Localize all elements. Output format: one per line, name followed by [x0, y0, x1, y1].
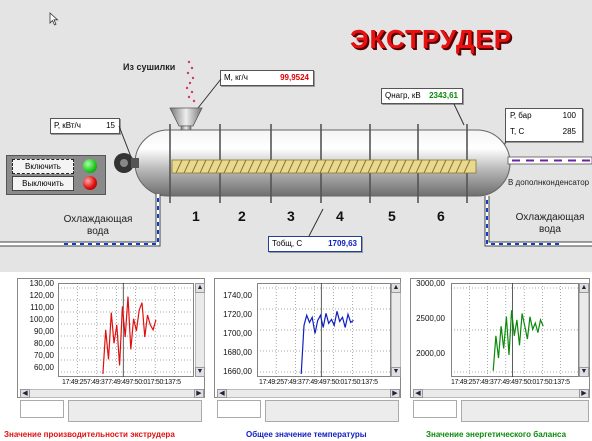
y-tick: 3000,00 — [416, 279, 445, 288]
extruder-mimic-panel: ЭКСТРУДЕР Из сушилки М, кг/ч 99,9524 Р, … — [0, 0, 592, 272]
start-button[interactable]: Включить — [12, 159, 74, 174]
total-temperature-value: 1709,63 — [328, 239, 357, 248]
y-tick: 80,00 — [33, 339, 54, 348]
scroll-up-button[interactable]: ▲ — [195, 283, 205, 293]
chart1-value-input[interactable] — [20, 400, 64, 418]
to-condenser-label: В дополнконденсатор — [508, 178, 590, 187]
energy-balance-chart-panel: 3000,00 2500,00 2000,00 17:49:257:49:377… — [410, 278, 590, 398]
y-tick: 1660,00 — [223, 367, 252, 376]
total-temperature-label: Тобщ, С — [272, 239, 303, 248]
x-tick-labels: 17:49:257:49:377:49:497:50:017:50:137:5 — [62, 379, 181, 386]
scroll-up-button[interactable]: ▲ — [391, 283, 401, 293]
y-tick: 60,00 — [33, 363, 54, 372]
scroll-up-button[interactable]: ▲ — [579, 283, 589, 293]
temperature-chart-caption: Общее значение температуры — [246, 430, 367, 439]
scroll-left-button[interactable]: ◀ — [413, 389, 423, 398]
y-tick: 2000,00 — [416, 349, 445, 358]
zone-label-3: 3 — [287, 208, 295, 224]
horizontal-scrollbar[interactable] — [20, 389, 204, 398]
temperature-line-chart — [257, 283, 391, 377]
y-tick: 130,00 — [29, 279, 54, 288]
temperature-plot — [257, 283, 391, 377]
zone-label-5: 5 — [388, 208, 396, 224]
x-tick-labels: 17:49:257:49:377:49:497:50:017:50:137:5 — [451, 379, 570, 386]
y-tick: 1740,00 — [223, 291, 252, 300]
y-tick: 120,00 — [29, 291, 54, 300]
cooling-water-right-label: Охлаждающая вода — [515, 212, 585, 235]
chart2-log-field[interactable] — [265, 400, 399, 422]
energy-line-chart — [451, 283, 579, 377]
chart3-value-input[interactable] — [413, 400, 457, 418]
y-tick: 90,00 — [33, 327, 54, 336]
energy-plot — [451, 283, 579, 377]
vertical-scrollbar[interactable] — [391, 283, 401, 377]
zone-label-2: 2 — [238, 208, 246, 224]
total-temperature-display: Тобщ, С 1709,63 — [268, 236, 362, 252]
running-indicator-lamp — [83, 159, 97, 173]
vertical-scrollbar[interactable] — [195, 283, 205, 377]
chart3-log-field[interactable] — [461, 400, 589, 422]
energy-chart-caption: Значение энергетического баланса — [426, 430, 567, 439]
stop-button[interactable]: Выключить — [12, 176, 74, 191]
y-tick: 2500,00 — [416, 314, 445, 323]
productivity-chart-panel: 130,00 120,00 110,00 100,00 90,00 80,00 … — [17, 278, 205, 398]
scroll-right-button[interactable]: ▶ — [579, 389, 589, 398]
scroll-down-button[interactable]: ▼ — [391, 367, 401, 377]
y-tick: 70,00 — [33, 351, 54, 360]
scroll-left-button[interactable]: ◀ — [20, 389, 30, 398]
leader-line-temp — [308, 208, 324, 237]
x-tick-labels: 17:49:257:49:377:49:497:50:017:50:137:5 — [259, 379, 378, 386]
vertical-scrollbar[interactable] — [579, 283, 589, 377]
scroll-right-button[interactable]: ▶ — [194, 389, 204, 398]
scroll-down-button[interactable]: ▼ — [195, 367, 205, 377]
zone-label-1: 1 — [192, 208, 200, 224]
y-tick: 100,00 — [29, 315, 54, 324]
stopped-indicator-lamp — [83, 176, 97, 190]
horizontal-scrollbar[interactable] — [413, 389, 589, 398]
productivity-line-chart — [58, 283, 194, 377]
y-tick: 1720,00 — [223, 310, 252, 319]
series-line — [300, 311, 354, 375]
scroll-left-button[interactable]: ◀ — [217, 389, 227, 398]
temperature-chart-panel: 1740,00 1720,00 1700,00 1680,00 1660,00 … — [214, 278, 401, 398]
series-line — [492, 310, 544, 371]
horizontal-scrollbar[interactable] — [217, 389, 400, 398]
y-tick: 1700,00 — [223, 329, 252, 338]
y-tick: 1680,00 — [223, 348, 252, 357]
series-line — [102, 296, 157, 375]
productivity-plot — [58, 283, 194, 377]
scroll-down-button[interactable]: ▼ — [579, 367, 589, 377]
zone-label-6: 6 — [437, 208, 445, 224]
cooling-water-left-label: Охлаждающая вода — [63, 214, 133, 237]
y-tick: 110,00 — [30, 303, 54, 312]
trend-charts-area: 130,00 120,00 110,00 100,00 90,00 80,00 … — [0, 272, 592, 441]
scroll-right-button[interactable]: ▶ — [390, 389, 400, 398]
productivity-chart-caption: Значение производительности экструдера — [4, 430, 175, 439]
zone-label-4: 4 — [336, 208, 344, 224]
chart1-log-field[interactable] — [68, 400, 202, 422]
chart2-value-input[interactable] — [217, 400, 261, 418]
